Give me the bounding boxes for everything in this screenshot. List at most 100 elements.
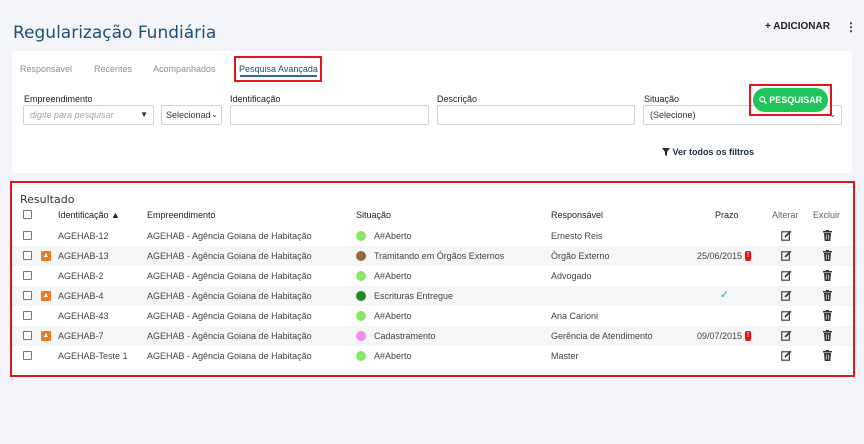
row-identificacao[interactable]: AGEHAB-43 [58,311,109,321]
descricao-input[interactable] [437,105,635,125]
chevron-down-icon: ⌄ [211,106,218,124]
identificacao-label: Identificação [230,94,281,104]
row-responsavel: Ana Carioni [551,311,599,321]
flag-icon: ▲ [41,251,51,261]
row-situacao: A#Aberto [374,311,412,321]
trash-icon[interactable] [823,290,832,301]
search-icon [758,96,767,104]
edit-icon[interactable] [781,270,792,281]
search-button[interactable]: PESQUISAR [753,88,828,112]
status-dot-icon [356,331,366,341]
row-responsavel: Advogado [551,271,592,281]
empreendimento-search-input[interactable]: digite para pesquisar ▼ [23,105,154,125]
table-row[interactable]: ▲ AGEHAB-7 AGEHAB - Agência Goiana de Habi… [12,326,853,346]
trash-icon[interactable] [823,270,832,281]
flag-icon: ▲ [41,331,51,341]
status-dot-icon [356,311,366,321]
row-empreendimento: AGEHAB - Agência Goiana de Habitação [147,291,312,301]
active-tab-highlight [234,56,322,82]
flag-icon: ▲ [41,291,51,301]
table-header: Identificação ▲ Empreendimento Situação … [12,206,853,224]
tab-recentes[interactable]: Recentes [94,64,132,74]
row-situacao: Cadastramento [374,331,436,341]
result-title: Resultado [20,193,75,206]
select-all-checkbox[interactable] [23,210,32,219]
more-options-button[interactable]: ⋮ [845,20,857,34]
table-row[interactable]: ▲ AGEHAB-4 AGEHAB - Agência Goiana de Habi… [12,286,853,306]
row-checkbox[interactable] [23,331,32,340]
status-dot-icon [356,251,366,261]
result-panel: Resultado Identificação ▲ Empreendimento… [10,181,855,377]
row-responsavel: Ernesto Reis [551,231,603,241]
row-situacao: Tramitando em Órgãos Externos [374,251,505,261]
trash-icon[interactable] [823,350,832,361]
column-header-alterar: Alterar [772,210,799,220]
column-header-excluir: Excluir [813,210,841,220]
row-identificacao[interactable]: AGEHAB-7 [58,331,104,341]
check-icon: ✓ [720,289,730,301]
alarm-icon: ! [745,251,751,261]
row-checkbox[interactable] [23,311,32,320]
row-situacao: A#Aberto [374,351,412,361]
trash-icon[interactable] [823,330,832,341]
page-title: Regularização Fundiária [13,23,217,43]
row-identificacao[interactable]: AGEHAB-2 [58,271,104,281]
all-filters-label: Ver todos os filtros [672,147,755,157]
edit-icon[interactable] [781,230,792,241]
row-identificacao[interactable]: AGEHAB-13 [58,251,109,261]
trash-icon[interactable] [823,310,832,321]
status-dot-icon [356,271,366,281]
table-row[interactable]: AGEHAB-43 AGEHAB - Agência Goiana de Habi… [12,306,853,326]
empreendimento-placeholder: digite para pesquisar [30,110,114,120]
column-header-responsavel[interactable]: Responsável [551,210,603,220]
search-button-label: PESQUISAR [769,95,823,105]
row-identificacao[interactable]: AGEHAB-4 [58,291,104,301]
row-checkbox[interactable] [23,231,32,240]
column-header-prazo[interactable]: Prazo [715,210,739,220]
tab-acompanhados[interactable]: Acompanhados [153,64,216,74]
row-identificacao[interactable]: AGEHAB-Teste 1 [58,351,128,361]
filter-panel: Responsável Recentes Acompanhados Pesqui… [12,51,852,173]
edit-icon[interactable] [781,350,792,361]
column-header-empreendimento[interactable]: Empreendimento [147,210,216,220]
alarm-icon: ! [745,331,751,341]
trash-icon[interactable] [823,250,832,261]
row-responsavel: Master [551,351,579,361]
chevron-down-icon: ▼ [140,110,148,119]
status-dot-icon [356,291,366,301]
row-situacao: A#Aberto [374,231,412,241]
tab-responsavel[interactable]: Responsável [20,64,72,74]
identificacao-input[interactable] [230,105,429,125]
row-empreendimento: AGEHAB - Agência Goiana de Habitação [147,271,312,281]
trash-icon[interactable] [823,230,832,241]
row-situacao: Escrituras Entregue [374,291,454,301]
row-checkbox[interactable] [23,271,32,280]
row-checkbox[interactable] [23,291,32,300]
filter-icon [662,148,670,156]
all-filters-link[interactable]: Ver todos os filtros [662,147,754,157]
row-empreendimento: AGEHAB - Agência Goiana de Habitação [147,351,312,361]
table-row[interactable]: AGEHAB-12 AGEHAB - Agência Goiana de Habi… [12,226,853,246]
status-dot-icon [356,231,366,241]
table-row[interactable]: AGEHAB-Teste 1 AGEHAB - Agência Goiana de… [12,346,853,366]
row-empreendimento: AGEHAB - Agência Goiana de Habitação [147,251,312,261]
row-identificacao[interactable]: AGEHAB-12 [58,231,109,241]
row-responsavel: Gerência de Atendimento [551,331,653,341]
edit-icon[interactable] [781,250,792,261]
column-header-identificacao[interactable]: Identificação ▲ [58,210,120,220]
table-row[interactable]: AGEHAB-2 AGEHAB - Agência Goiana de Habit… [12,266,853,286]
row-checkbox[interactable] [23,351,32,360]
row-prazo: 25/06/2015 [697,251,743,261]
edit-icon[interactable] [781,330,792,341]
add-button[interactable]: + ADICIONAR [765,21,830,32]
table-row[interactable]: ▲ AGEHAB-13 AGEHAB - Agência Goiana de Hab… [12,246,853,266]
edit-icon[interactable] [781,290,792,301]
row-checkbox[interactable] [23,251,32,260]
row-empreendimento: AGEHAB - Agência Goiana de Habitação [147,311,312,321]
empreendimento-select[interactable]: Selecionado ⌄ [161,105,222,125]
status-dot-icon [356,351,366,361]
empreendimento-label: Empreendimento [24,94,93,104]
column-header-situacao[interactable]: Situação [356,210,391,220]
edit-icon[interactable] [781,310,792,321]
row-responsavel: Órgão Externo [551,251,610,261]
